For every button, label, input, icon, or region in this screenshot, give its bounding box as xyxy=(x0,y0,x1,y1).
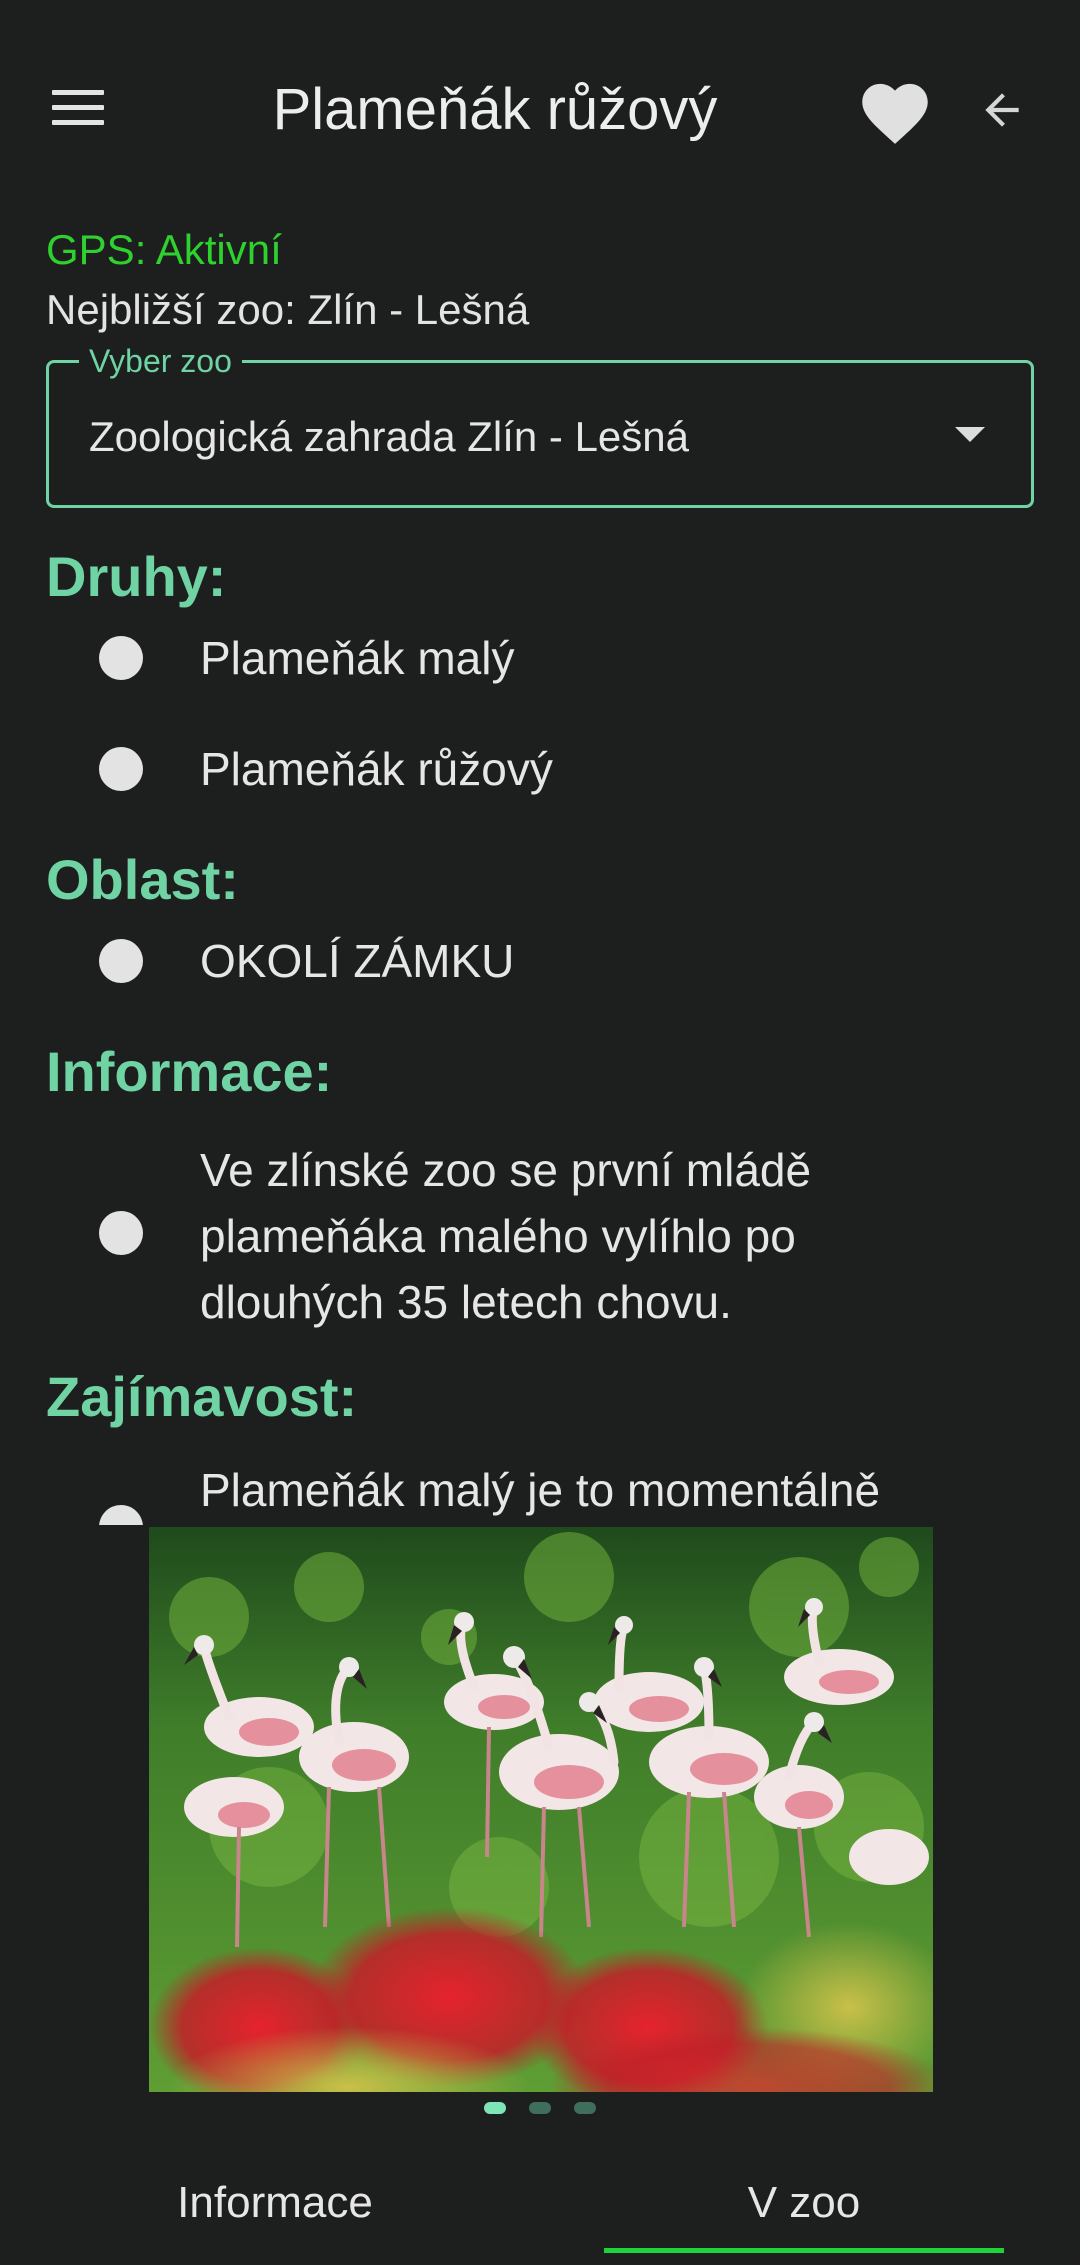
list-item: Plameňák růžový xyxy=(0,736,1080,802)
zoo-select-value: Zoologická zahrada Zlín - Lešná xyxy=(89,413,689,460)
area-section-title: Oblast: xyxy=(46,848,239,911)
nearest-zoo-text: Nejbližší zoo: Zlín - Lešná xyxy=(46,286,530,333)
list-item: Plameňák malý xyxy=(0,625,1080,691)
bullet-icon xyxy=(99,636,143,680)
photo-carousel[interactable] xyxy=(149,1527,933,2092)
species-section-title: Druhy: xyxy=(46,545,227,608)
pager-dot[interactable] xyxy=(574,2102,596,2114)
detail-content[interactable]: Druhy: Plameňák malý Plameňák růžový Obl… xyxy=(0,520,1080,1525)
pager-dot[interactable] xyxy=(484,2102,506,2114)
area-item-text: OKOLÍ ZÁMKU xyxy=(200,935,515,987)
info-item-text: Ve zlínské zoo se první mládě plameňáka … xyxy=(200,1144,812,1328)
flamingo-photo xyxy=(149,1527,933,2092)
zoo-select-dropdown[interactable]: Vyber zoo Zoologická zahrada Zlín - Lešn… xyxy=(46,341,1034,508)
menu-button[interactable] xyxy=(40,70,116,146)
list-item: Plameňák malý je to momentálně xyxy=(0,1457,1080,1525)
bullet-icon xyxy=(99,1211,143,1255)
list-item: OKOLÍ ZÁMKU xyxy=(0,928,1080,994)
bottom-tab-bar: Informace V zoo xyxy=(0,2150,1080,2265)
hamburger-menu-icon xyxy=(52,90,104,125)
tab-informace[interactable]: Informace xyxy=(60,2150,490,2265)
favorite-button[interactable] xyxy=(850,65,940,155)
species-item-text: Plameňák růžový xyxy=(200,743,553,795)
bullet-icon xyxy=(99,1505,143,1525)
carousel-pager xyxy=(0,2102,1080,2118)
info-section-title: Informace: xyxy=(46,1040,333,1103)
list-item: Ve zlínské zoo se první mládě plameňáka … xyxy=(0,1137,1080,1337)
pager-dot[interactable] xyxy=(529,2102,551,2114)
dropdown-caret-icon xyxy=(955,427,985,442)
trivia-item-text: Plameňák malý je to momentálně xyxy=(200,1464,881,1516)
trivia-section-title: Zajímavost: xyxy=(46,1365,358,1428)
zoo-select-label: Vyber zoo xyxy=(79,341,242,381)
active-tab-indicator xyxy=(604,2248,1004,2253)
arrow-left-icon xyxy=(985,93,1019,127)
heart-icon xyxy=(862,83,928,144)
bullet-icon xyxy=(99,939,143,983)
page-title: Plameňák růžový xyxy=(272,77,718,142)
gps-status: GPS: Aktivní xyxy=(46,226,282,273)
back-button[interactable] xyxy=(962,70,1042,150)
app-screen: Plameňák růžový GPS: Aktivní Nejbližší z… xyxy=(0,0,1080,2265)
species-item-text: Plameňák malý xyxy=(200,632,515,684)
bullet-icon xyxy=(99,747,143,791)
top-app-bar: Plameňák růžový xyxy=(0,0,1080,220)
